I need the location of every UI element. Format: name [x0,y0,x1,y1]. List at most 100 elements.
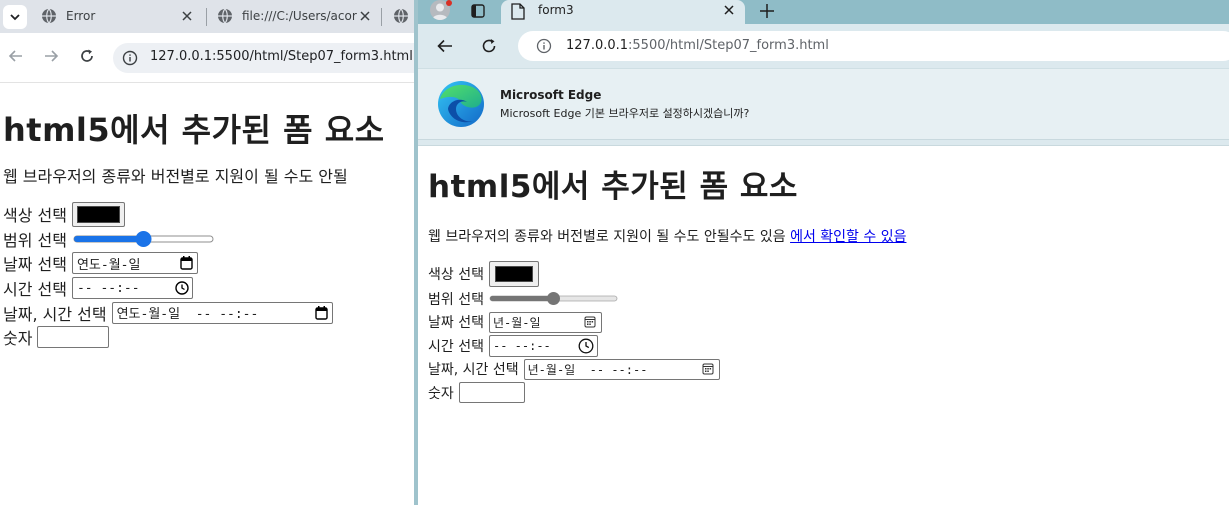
number-label: 숫자 [3,329,33,349]
range-label: 범위 선택 [3,230,67,250]
reload-icon[interactable] [480,37,498,55]
datetime-row: 날짜, 시간 선택 연도-월-일 -- --:-- [3,300,414,325]
date-input[interactable]: 년-월-일 [488,311,602,333]
range-row: 범위 선택 [428,287,1229,311]
globe-icon [394,8,408,24]
url-text: 127.0.0.1:5500/html/Step07_form3.html [150,49,413,64]
range-row: 범위 선택 [3,227,414,252]
date-placeholder: 년-월-일 [492,315,541,330]
page-title: html5에서 추가된 폼 요소 [3,111,385,149]
date-row: 날짜 선택 연도-월-일 [3,251,414,276]
chrome-window: Error file:///C:/Users/acor 127.0.0.1:55… [0,0,414,505]
tab-title: Error [66,9,96,23]
calendar-icon[interactable] [180,256,193,271]
range-slider[interactable] [72,230,217,248]
datetime-label: 날짜, 시간 선택 [3,304,107,324]
date-row: 날짜 선택 년-월-일 [428,311,1229,335]
tab-title: file:///C:/Users/acor [242,9,357,23]
tab-search-button[interactable] [3,5,27,29]
arrow-left-icon[interactable] [7,47,25,65]
tab-actions-icon[interactable] [470,3,486,19]
chrome-tabstrip: Error file:///C:/Users/acor [0,0,414,33]
datetime-row: 날짜, 시간 선택 년-월-일 -- --:-- [428,358,1229,382]
date-input[interactable]: 연도-월-일 [71,252,198,275]
clock-icon[interactable] [578,338,594,354]
date-label: 날짜 선택 [3,255,67,275]
content-divider [418,141,1229,146]
info-icon[interactable] [536,38,552,54]
time-input[interactable]: -- --:-- [488,334,598,357]
time-row: 시간 선택 -- --:-- [3,276,414,301]
info-icon[interactable] [122,50,138,66]
date-label: 날짜 선택 [428,315,484,332]
page-content: html5에서 추가된 폼 요소 웹 브라우저의 종류와 버전별로 지원이 될 … [0,84,414,505]
globe-icon [218,8,232,24]
clock-icon[interactable] [175,281,189,295]
reload-icon[interactable] [78,47,96,65]
reference-link[interactable]: 에서 확인할 수 있음 [790,229,906,245]
range-slider[interactable] [489,291,619,307]
datetime-placeholder: 년-월-일 -- --:-- [527,362,648,377]
tab-form3[interactable]: form3 [501,0,745,24]
infobar-panel: Microsoft Edge Microsoft Edge 기본 브라우저로 설… [418,68,1229,140]
close-icon[interactable] [723,4,735,16]
page-description: 웹 브라우저의 종류와 버전별로 지원이 될 수도 안될 [3,167,348,186]
time-placeholder: -- --:-- [76,280,140,296]
url-path: :5500/html/Step07_form3.html [628,38,829,53]
number-row: 숫자 [428,381,1229,405]
color-input[interactable] [71,202,125,228]
infobar-message: Microsoft Edge 기본 브라우저로 설정하시겠습니까? [500,107,750,120]
datetime-label: 날짜, 시간 선택 [428,362,519,379]
color-swatch [76,206,120,224]
chrome-toolbar: 127.0.0.1:5500/html/Step07_form3.html [0,33,414,83]
tab-partial[interactable] [385,0,414,33]
tab-file[interactable]: file:///C:/Users/acor [207,0,379,33]
calendar-icon[interactable] [314,305,328,320]
time-placeholder: -- --:-- [492,338,551,353]
edge-logo-icon [438,81,484,127]
edge-toolbar: 127.0.0.1:5500/html/Step07_form3.html [418,24,1229,68]
number-row: 숫자 [3,325,414,350]
color-label: 색상 선택 [428,267,484,283]
datetime-input[interactable]: 연도-월-일 -- --:-- [111,301,333,324]
tab-title: form3 [538,3,574,17]
color-input[interactable] [488,261,539,287]
range-label: 범위 선택 [428,291,484,308]
number-input[interactable] [458,382,525,404]
page-description: 웹 브라우저의 종류와 버전별로 지원이 될 수도 안될수도 있음 에서 확인할… [428,227,1229,247]
number-input[interactable] [37,326,110,349]
address-bar[interactable]: 127.0.0.1:5500/html/Step07_form3.html [518,31,1229,61]
plus-icon[interactable] [758,2,776,20]
color-swatch [494,266,533,282]
time-row: 시간 선택 -- --:-- [428,334,1229,358]
time-label: 시간 선택 [428,338,484,355]
page-content: html5에서 추가된 폼 요소 웹 브라우저의 종류와 버전별로 지원이 될 … [418,147,1229,505]
datetime-input[interactable]: 년-월-일 -- --:-- [523,358,720,380]
default-browser-infobar: Microsoft Edge Microsoft Edge 기본 브라우저로 설… [418,68,1229,141]
close-icon[interactable] [181,10,193,22]
document-icon [511,3,525,20]
notification-dot [446,0,452,6]
page-title: html5에서 추가된 폼 요소 [428,169,798,205]
calendar-icon[interactable] [584,316,596,328]
arrow-right-icon[interactable] [42,47,60,65]
time-input[interactable]: -- --:-- [71,277,193,300]
close-icon[interactable] [359,10,371,22]
globe-icon [42,8,56,24]
tab-error[interactable]: Error [31,0,203,33]
edge-window: form3 127.0.0.1:5500/html/Step07_form3.h… [414,0,1229,505]
color-row: 색상 선택 [3,202,414,228]
address-bar[interactable]: 127.0.0.1:5500/html/Step07_form3.html [113,43,414,73]
infobar-title: Microsoft Edge [500,88,602,102]
tab-separator [381,8,382,26]
url-host: 127.0.0.1 [566,38,629,53]
color-label: 색상 선택 [3,206,67,226]
number-label: 숫자 [428,385,454,402]
date-placeholder: 연도-월-일 [76,257,141,273]
time-label: 시간 선택 [3,280,67,300]
arrow-left-icon[interactable] [436,37,454,55]
edge-tabstrip: form3 [418,0,1229,24]
color-row: 색상 선택 [428,261,1229,287]
description-text: 웹 브라우저의 종류와 버전별로 지원이 될 수도 안될수도 있음 [428,229,791,245]
calendar-icon[interactable] [702,363,714,375]
